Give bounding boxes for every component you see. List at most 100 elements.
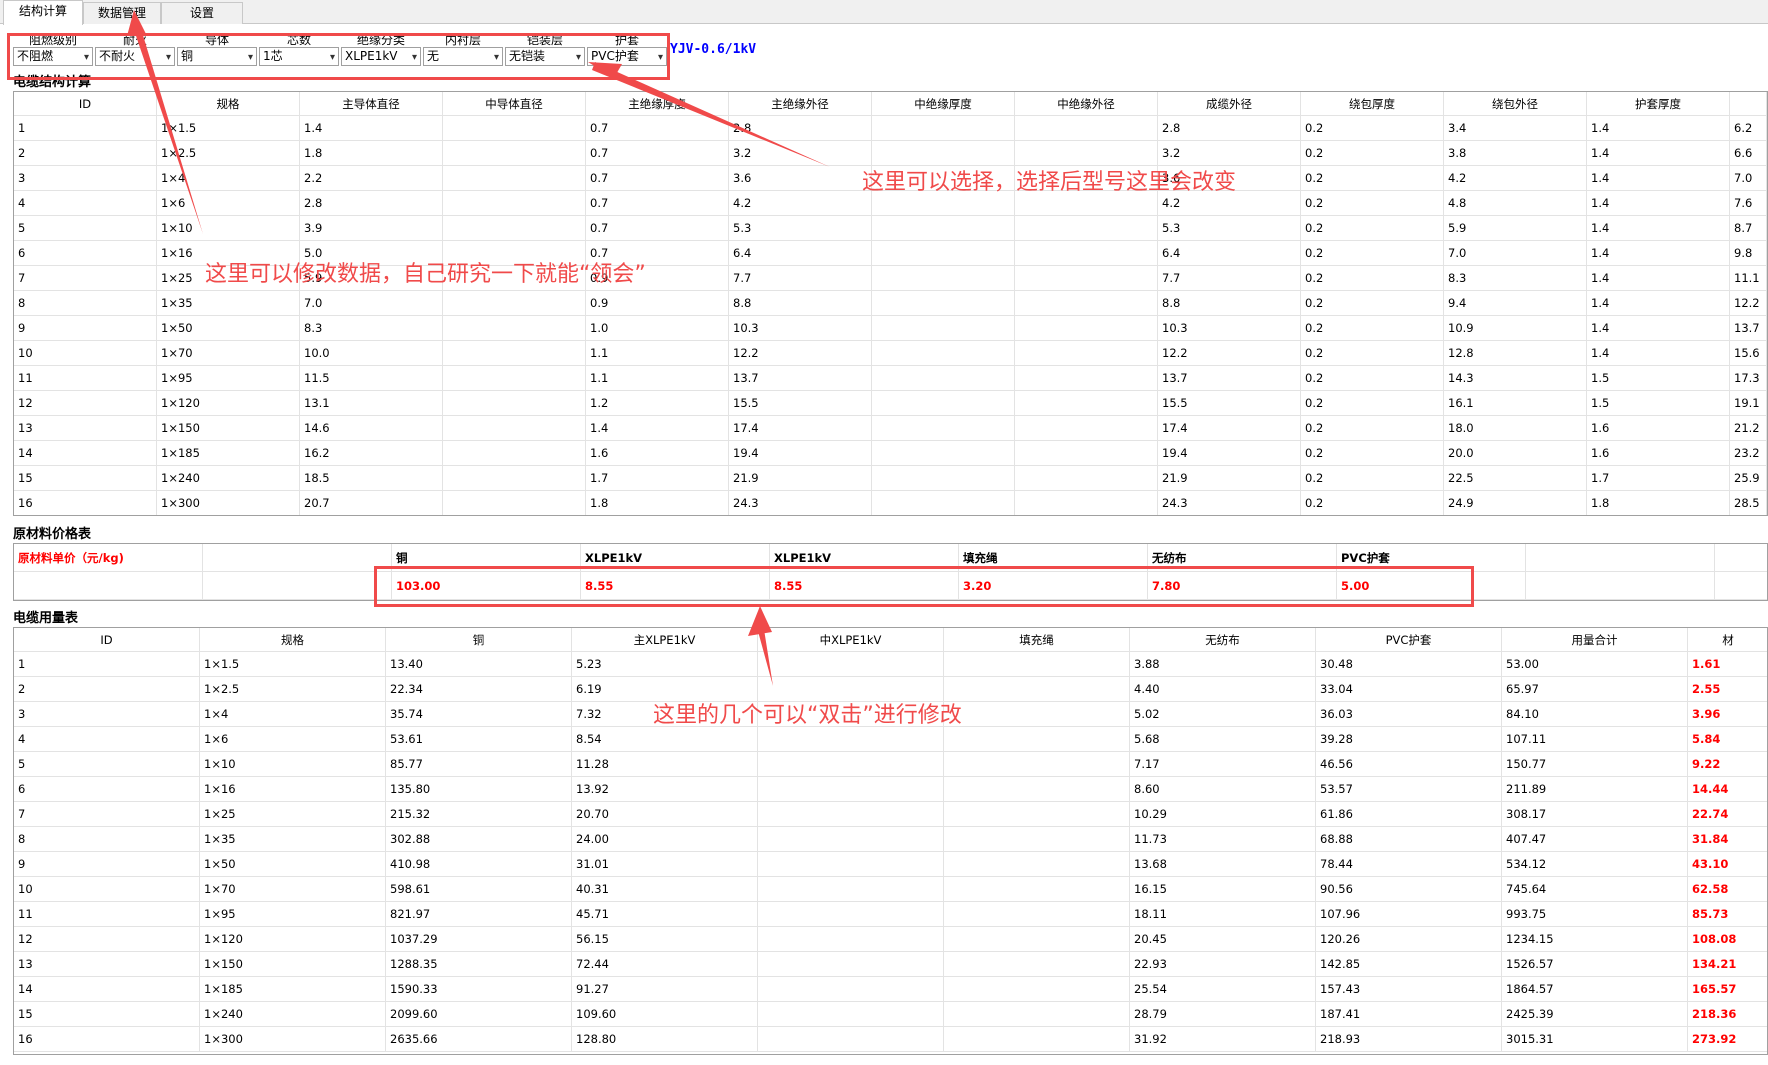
table-cell[interactable]: 1.8 [1587, 491, 1730, 515]
table-cell[interactable]: 1288.35 [386, 952, 572, 976]
table-cell[interactable]: 5.68 [1130, 727, 1316, 751]
table-cell[interactable]: 1.4 [1587, 241, 1730, 265]
table-cell[interactable]: 993.75 [1502, 902, 1688, 926]
table-cell[interactable]: 13.7 [1730, 316, 1767, 340]
table-cell[interactable]: 1234.15 [1502, 927, 1688, 951]
table-cell[interactable] [944, 977, 1130, 1001]
column-header[interactable] [1730, 92, 1767, 115]
table-cell[interactable]: 1×300 [157, 491, 300, 515]
table-row[interactable]: 15 1×240 2099.60 109.60 28.79 187.41 2425.39 21… [14, 1002, 1767, 1027]
table-cell[interactable]: 273.92 [1688, 1027, 1767, 1051]
column-header[interactable]: 主绝缘外径 [729, 92, 872, 115]
table-cell[interactable] [443, 366, 586, 390]
table-cell[interactable]: 24.9 [1444, 491, 1587, 515]
table-cell[interactable]: 745.64 [1502, 877, 1688, 901]
table-cell[interactable] [443, 416, 586, 440]
table-cell[interactable]: 12.2 [729, 341, 872, 365]
table-cell[interactable] [443, 216, 586, 240]
table-cell[interactable]: 0.2 [1301, 216, 1444, 240]
table-cell[interactable]: 107.11 [1502, 727, 1688, 751]
table-cell[interactable]: 0.7 [586, 191, 729, 215]
table-cell[interactable] [758, 977, 944, 1001]
structure-table[interactable]: ID 规格 主导体直径 中导体直径 主绝缘厚度 主绝缘外径 中绝缘厚度 中绝缘外径 成缆外径 绕包… [13, 91, 1768, 516]
table-cell[interactable]: 65.97 [1502, 677, 1688, 701]
table-cell[interactable] [443, 291, 586, 315]
column-header[interactable]: 无纺布 [1130, 628, 1316, 651]
table-cell[interactable]: 43.10 [1688, 852, 1767, 876]
table-cell[interactable]: 1.5 [1587, 391, 1730, 415]
table-cell[interactable]: 0.2 [1301, 341, 1444, 365]
table-cell[interactable]: 16.1 [1444, 391, 1587, 415]
table-cell[interactable] [758, 852, 944, 876]
table-cell[interactable]: 0.7 [586, 116, 729, 140]
table-cell[interactable]: 19.1 [1730, 391, 1767, 415]
price-value-cell[interactable]: 3.20 [959, 572, 1148, 599]
table-cell[interactable]: 4 [14, 727, 200, 751]
price-empty-cell[interactable] [203, 572, 392, 599]
table-cell[interactable] [872, 466, 1015, 490]
table-cell[interactable]: 20.70 [572, 802, 758, 826]
table-cell[interactable] [872, 491, 1015, 515]
table-cell[interactable]: 407.47 [1502, 827, 1688, 851]
table-cell[interactable]: 7 [14, 802, 200, 826]
table-cell[interactable]: 18.11 [1130, 902, 1316, 926]
table-cell[interactable]: 0.2 [1301, 241, 1444, 265]
table-cell[interactable]: 0.2 [1301, 466, 1444, 490]
table-cell[interactable]: 1.6 [1587, 441, 1730, 465]
table-cell[interactable]: 8.3 [1444, 266, 1587, 290]
table-cell[interactable]: 1×2.5 [157, 141, 300, 165]
table-cell[interactable]: 1×70 [200, 877, 386, 901]
column-header[interactable]: 护套厚度 [1587, 92, 1730, 115]
table-cell[interactable]: 187.41 [1316, 1002, 1502, 1026]
table-cell[interactable]: 165.57 [1688, 977, 1767, 1001]
table-cell[interactable] [758, 927, 944, 951]
table-cell[interactable]: 1×6 [200, 727, 386, 751]
table-cell[interactable]: 9.8 [1730, 241, 1767, 265]
table-cell[interactable]: 1.4 [1587, 191, 1730, 215]
table-cell[interactable]: 1.4 [1587, 291, 1730, 315]
table-cell[interactable]: 3.4 [1444, 116, 1587, 140]
table-cell[interactable]: 13.68 [1130, 852, 1316, 876]
table-cell[interactable]: 3 [14, 166, 157, 190]
filter-dropdown[interactable]: 不阻燃 ▾ [13, 47, 93, 66]
table-cell[interactable]: 1×4 [157, 166, 300, 190]
table-cell[interactable]: 598.61 [386, 877, 572, 901]
table-cell[interactable]: 2 [14, 141, 157, 165]
table-cell[interactable]: 18.0 [1444, 416, 1587, 440]
table-cell[interactable]: 10.3 [1158, 316, 1301, 340]
table-cell[interactable] [944, 652, 1130, 676]
price-empty-cell[interactable] [1715, 572, 1767, 599]
table-cell[interactable]: 10.29 [1130, 802, 1316, 826]
table-row[interactable]: 5 1×10 85.77 11.28 7.17 46.56 150.77 9.22 [14, 752, 1767, 777]
column-header[interactable]: 中绝缘外径 [1015, 92, 1158, 115]
table-cell[interactable] [872, 266, 1015, 290]
table-cell[interactable]: 14.6 [300, 416, 443, 440]
filter-dropdown[interactable]: 1芯 ▾ [259, 47, 339, 66]
price-value-cell[interactable]: 8.55 [770, 572, 959, 599]
table-cell[interactable] [1015, 441, 1158, 465]
table-cell[interactable]: 1.1 [586, 341, 729, 365]
table-cell[interactable]: 1.5 [1587, 366, 1730, 390]
table-row[interactable]: 8 1×35 7.0 0.9 8.8 8.8 0.2 9.4 1.4 12.2 [14, 291, 1767, 316]
column-header[interactable]: PVC护套 [1316, 628, 1502, 651]
table-cell[interactable]: 7.6 [1730, 191, 1767, 215]
table-cell[interactable]: 4.2 [729, 191, 872, 215]
table-cell[interactable]: 10 [14, 877, 200, 901]
table-cell[interactable]: 22.74 [1688, 802, 1767, 826]
table-cell[interactable]: 7.7 [729, 266, 872, 290]
price-table[interactable]: 原材料单价（元/kg) 铜 XLPE1kV XLPE1kV 填充绳 无纺布 PVC护套 103… [13, 543, 1768, 601]
column-header[interactable]: 主导体直径 [300, 92, 443, 115]
table-cell[interactable] [872, 441, 1015, 465]
table-row[interactable]: 2 1×2.5 1.8 0.7 3.2 3.2 0.2 3.8 1.4 6.6 [14, 141, 1767, 166]
table-cell[interactable]: 1.4 [1587, 316, 1730, 340]
table-cell[interactable]: 8.7 [1730, 216, 1767, 240]
table-cell[interactable]: 9.4 [1444, 291, 1587, 315]
table-cell[interactable] [1015, 491, 1158, 515]
table-row[interactable]: 10 1×70 598.61 40.31 16.15 90.56 745.64 62.58 [14, 877, 1767, 902]
table-row[interactable]: 7 1×25 215.32 20.70 10.29 61.86 308.17 22.74 [14, 802, 1767, 827]
table-cell[interactable]: 1×150 [157, 416, 300, 440]
table-cell[interactable]: 0.2 [1301, 391, 1444, 415]
table-cell[interactable]: 0.2 [1301, 441, 1444, 465]
column-header[interactable]: 规格 [200, 628, 386, 651]
table-cell[interactable]: 1×95 [200, 902, 386, 926]
